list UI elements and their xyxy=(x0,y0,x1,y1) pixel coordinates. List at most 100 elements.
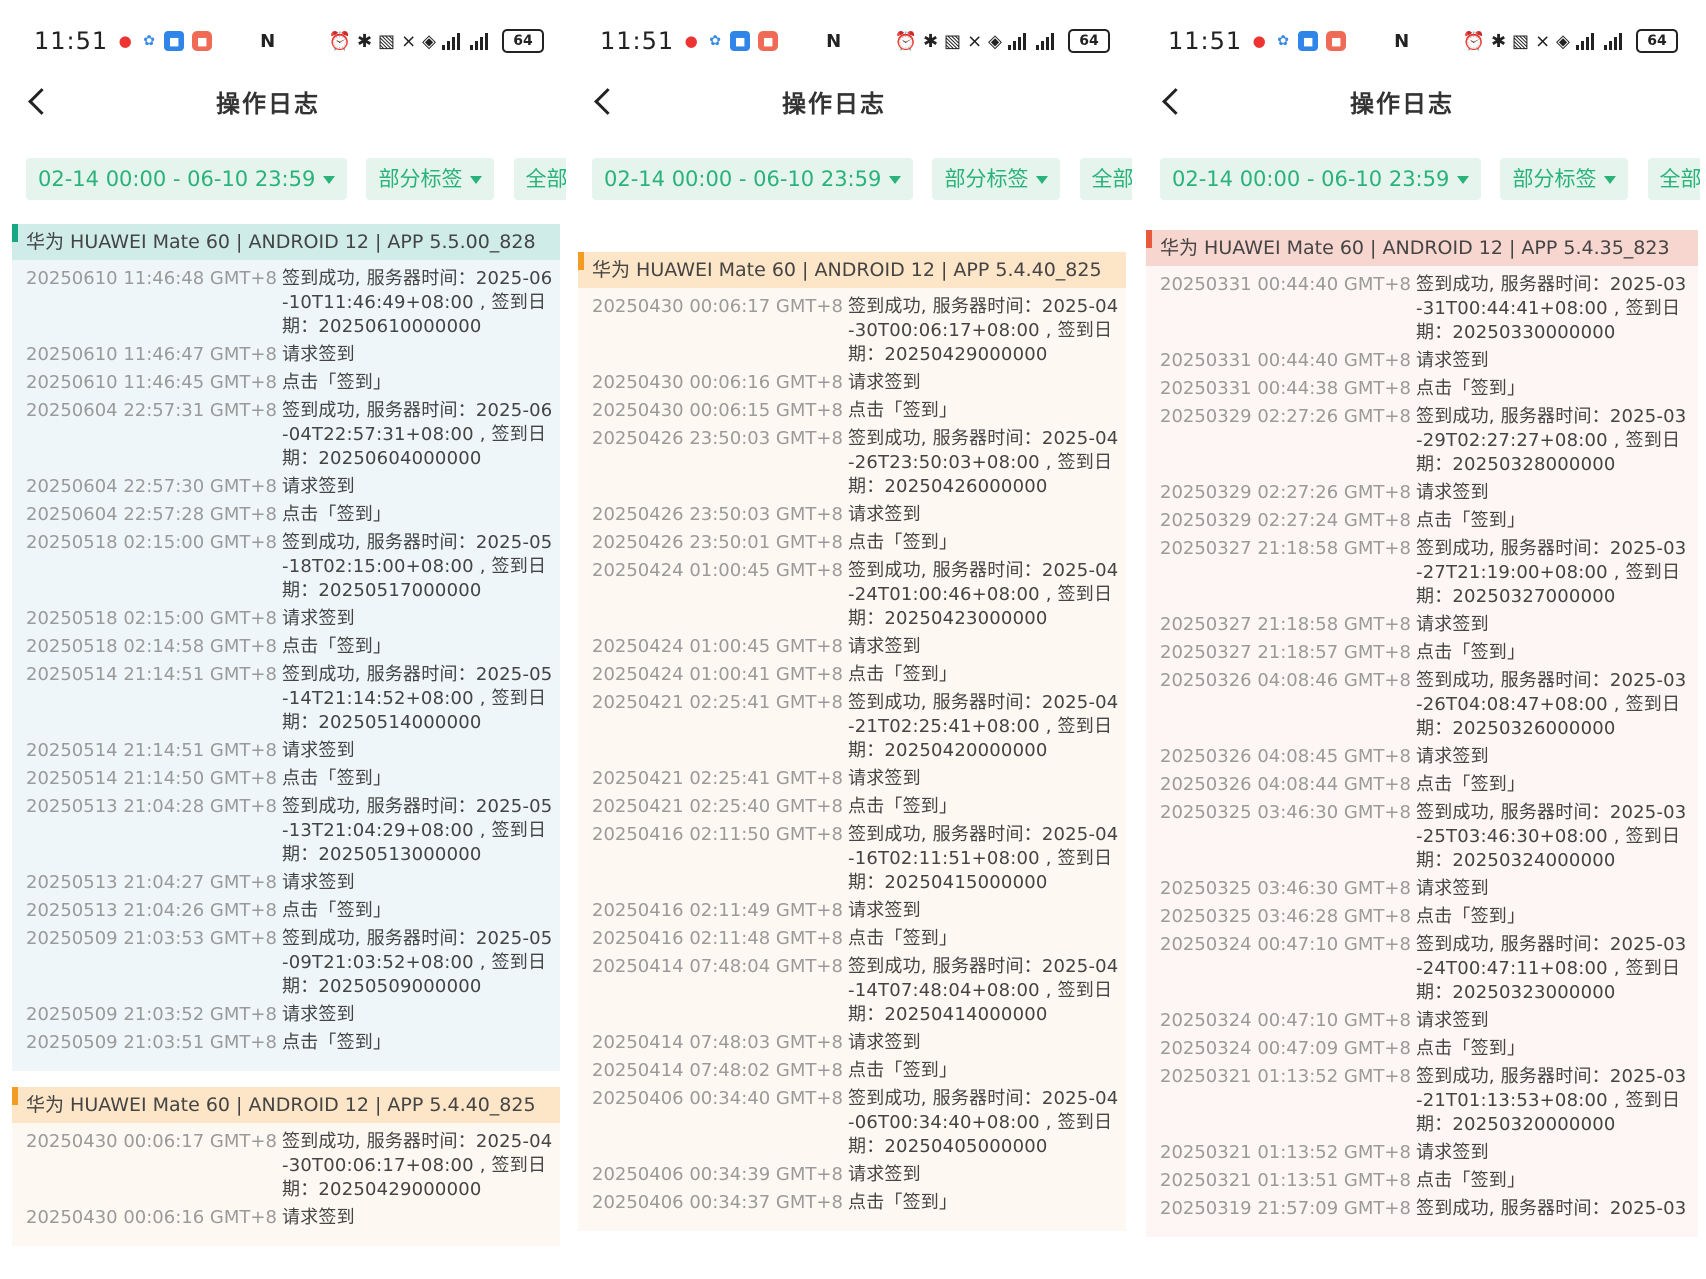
log-message-line: 请求签到 xyxy=(1416,1142,1489,1163)
log-timestamp: 20250514 21:14:50 GMT+8 xyxy=(26,768,277,789)
signal-icon xyxy=(1604,32,1626,50)
status-time: 11:51 xyxy=(34,27,109,55)
vibrate-icon: ▧ xyxy=(1512,30,1530,52)
log-message: 请求签到 xyxy=(1416,349,1696,373)
log-message: 签到成功, 服务器时间：2025-03 -31T00:44:41+08:00 , … xyxy=(1416,273,1696,345)
signal-icon xyxy=(1576,32,1598,50)
log-entry: 20250610 11:46:47 GMT+8 请求签到 xyxy=(12,343,560,367)
log-entry: 20250406 00:34:37 GMT+8 点击「签到」 xyxy=(578,1191,1126,1215)
log-message-line: 请求签到 xyxy=(1416,350,1489,371)
log-message-line: 签到成功, 服务器时间：2025-03 xyxy=(1416,1066,1687,1087)
date-range-filter[interactable]: 02-14 00:00 - 06-10 23:59 xyxy=(1160,158,1482,200)
log-entry: 20250426 23:50:01 GMT+8 点击「签到」 xyxy=(578,531,1126,555)
log-message-line: 请求签到 xyxy=(1416,1010,1489,1031)
app-icon: ■ xyxy=(192,31,213,51)
log-message-line: -30T00:06:17+08:00 , 签到日 xyxy=(848,320,1113,341)
log-timestamp: 20250426 23:50:03 GMT+8 xyxy=(592,504,843,525)
signal-icon xyxy=(470,32,492,50)
log-message-line: -27T21:19:00+08:00 , 签到日 xyxy=(1416,562,1681,583)
log-message-line: -30T00:06:17+08:00 , 签到日 xyxy=(282,1155,547,1176)
pinwheel-icon: ✿ xyxy=(143,33,156,49)
tag-filter[interactable]: 部分标签 xyxy=(1500,158,1629,200)
bluetooth-icon: ✱ xyxy=(1490,30,1507,52)
log-message-line: -21T01:13:53+08:00 , 签到日 xyxy=(1416,1090,1681,1111)
log-message: 点击「签到」 xyxy=(1416,509,1696,533)
caret-down-icon xyxy=(1604,176,1617,184)
log-message-line: 点击「签到」 xyxy=(848,664,958,685)
device-group: 华为 HUAWEI Mate 60 | ANDROID 12 | APP 5.4… xyxy=(1146,230,1698,1237)
log-message: 点击「签到」 xyxy=(848,399,1128,423)
tag-filter[interactable]: 部分标签 xyxy=(932,158,1061,200)
date-range-filter[interactable]: 02-14 00:00 - 06-10 23:59 xyxy=(592,158,914,200)
log-message-line: -06T00:34:40+08:00 , 签到日 xyxy=(848,1112,1113,1133)
log-timestamp: 20250329 02:27:26 GMT+8 xyxy=(1160,406,1411,427)
all-filter[interactable]: 全部 xyxy=(513,158,566,200)
status-bar: 11:51 ● ✿ ■ ■ N ⏰ ✱ ▧ ⨯ ◈ 64 xyxy=(600,26,1120,56)
date-range-filter[interactable]: 02-14 00:00 - 06-10 23:59 xyxy=(26,158,348,200)
nav-bar: 操作日志 xyxy=(1134,70,1700,130)
log-message-line: 点击「签到」 xyxy=(848,400,958,421)
log-timestamp: 20250331 00:44:38 GMT+8 xyxy=(1160,378,1411,399)
app-icon: ■ xyxy=(730,31,751,51)
log-entry: 20250326 04:08:44 GMT+8 点击「签到」 xyxy=(1146,773,1698,797)
status-bar: 11:51 ● ✿ ■ ■ N ⏰ ✱ ▧ ⨯ ◈ 64 xyxy=(1168,26,1688,56)
log-entry: 20250324 00:47:09 GMT+8 点击「签到」 xyxy=(1146,1037,1698,1061)
bluetooth-icon: ✱ xyxy=(922,30,939,52)
log-message-line: 期：20250328000000 xyxy=(1416,454,1616,475)
log-message-line: 期：20250414000000 xyxy=(848,1004,1048,1025)
log-message-line: 点击「签到」 xyxy=(282,1032,392,1053)
log-message: 签到成功, 服务器时间：2025-05 -14T21:14:52+08:00 , … xyxy=(282,663,562,735)
log-message-line: 点击「签到」 xyxy=(282,504,392,525)
log-message: 请求签到 xyxy=(282,475,562,499)
log-timestamp: 20250430 00:06:16 GMT+8 xyxy=(26,1207,277,1228)
log-message: 请求签到 xyxy=(848,371,1128,395)
log-message-line: 期：20250429000000 xyxy=(282,1179,482,1200)
date-range-label: 02-14 00:00 - 06-10 23:59 xyxy=(604,167,882,191)
log-timestamp: 20250325 03:46:28 GMT+8 xyxy=(1160,906,1411,927)
log-message-line: 请求签到 xyxy=(848,900,921,921)
log-message: 请求签到 xyxy=(848,503,1128,527)
log-message-line: 签到成功, 服务器时间：2025-05 xyxy=(282,928,553,949)
log-message: 签到成功, 服务器时间：2025-04 -30T00:06:17+08:00 , … xyxy=(282,1130,562,1202)
log-message-line: -31T00:44:41+08:00 , 签到日 xyxy=(1416,298,1681,319)
log-list: 华为 HUAWEI Mate 60 | ANDROID 12 | APP 5.4… xyxy=(578,252,1126,1279)
log-message: 点击「签到」 xyxy=(282,371,562,395)
log-message-line: 点击「签到」 xyxy=(1416,1170,1526,1191)
log-message-line: 签到成功, 服务器时间：2025-04 xyxy=(848,1088,1119,1109)
all-filter[interactable]: 全部 xyxy=(1079,158,1132,200)
all-filter[interactable]: 全部 xyxy=(1647,158,1700,200)
log-message-line: 签到成功, 服务器时间：2025-03 xyxy=(1416,1198,1687,1219)
log-message-line: 点击「签到」 xyxy=(1416,378,1526,399)
log-timestamp: 20250426 23:50:03 GMT+8 xyxy=(592,428,843,449)
log-message-line: -13T21:04:29+08:00 , 签到日 xyxy=(282,820,547,841)
log-timestamp: 20250509 21:03:52 GMT+8 xyxy=(26,1004,277,1025)
log-message-line: 请求签到 xyxy=(282,740,355,761)
log-message-line: 期：20250517000000 xyxy=(282,580,482,601)
log-message: 点击「签到」 xyxy=(1416,1037,1696,1061)
log-timestamp: 20250324 00:47:10 GMT+8 xyxy=(1160,934,1411,955)
log-message-line: 点击「签到」 xyxy=(282,900,392,921)
log-message-line: 期：20250429000000 xyxy=(848,344,1048,365)
nfc-icon: N xyxy=(826,30,842,52)
log-timestamp: 20250325 03:46:30 GMT+8 xyxy=(1160,878,1411,899)
log-message-line: 请求签到 xyxy=(282,476,355,497)
log-entry: 20250430 00:06:16 GMT+8 请求签到 xyxy=(578,371,1126,395)
device-group-header: 华为 HUAWEI Mate 60 | ANDROID 12 | APP 5.4… xyxy=(578,252,1126,288)
log-entry: 20250414 07:48:02 GMT+8 点击「签到」 xyxy=(578,1059,1126,1083)
tag-filter-label: 部分标签 xyxy=(1512,167,1597,191)
signal-icon xyxy=(1008,32,1030,50)
caret-down-icon xyxy=(470,176,483,184)
nav-bar: 操作日志 xyxy=(0,70,566,130)
log-timestamp: 20250329 02:27:26 GMT+8 xyxy=(1160,482,1411,503)
log-message-line: -09T21:03:52+08:00 , 签到日 xyxy=(282,952,547,973)
log-message-line: 签到成功, 服务器时间：2025-03 xyxy=(1416,934,1687,955)
log-message-line: 签到成功, 服务器时间：2025-04 xyxy=(848,560,1119,581)
log-list: 华为 HUAWEI Mate 60 | ANDROID 12 | APP 5.4… xyxy=(1146,230,1698,1279)
log-message: 请求签到 xyxy=(1416,1141,1696,1165)
tag-filter[interactable]: 部分标签 xyxy=(366,158,495,200)
log-entry: 20250426 23:50:03 GMT+8 签到成功, 服务器时间：2025-… xyxy=(578,427,1126,499)
nfc-icon: N xyxy=(1394,30,1410,52)
log-message: 签到成功, 服务器时间：2025-05 -13T21:04:29+08:00 , … xyxy=(282,795,562,867)
log-timestamp: 20250321 01:13:52 GMT+8 xyxy=(1160,1066,1411,1087)
filter-bar: 02-14 00:00 - 06-10 23:59 部分标签 全部 xyxy=(1160,158,1700,200)
